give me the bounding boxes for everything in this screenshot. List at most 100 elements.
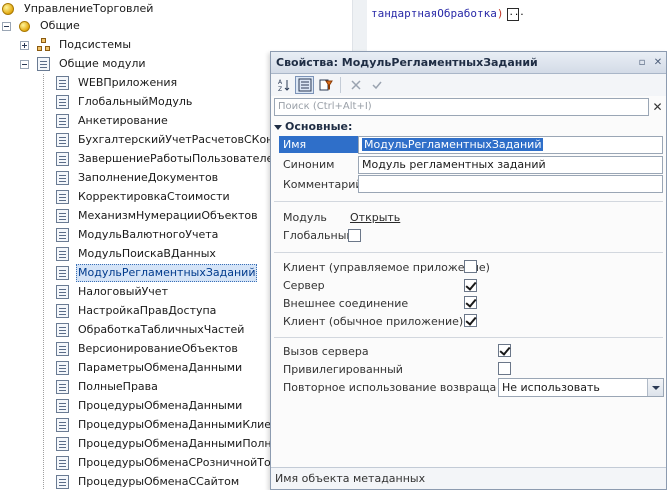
code-line[interactable]: тандартнаяОбработка)... — [371, 7, 525, 21]
module-icon — [56, 76, 69, 90]
module-item[interactable]: ПолныеПрава — [56, 378, 160, 396]
global-checkbox[interactable] — [348, 229, 361, 242]
module-icon — [56, 171, 69, 185]
close-icon[interactable]: ✕ — [650, 57, 666, 68]
module-item-label: НалоговыйУчет — [78, 285, 168, 298]
privileged-checkbox[interactable] — [498, 362, 511, 375]
module-item[interactable]: ПроцедурыОбменаССайтом — [56, 473, 241, 490]
name-field[interactable]: МодульРегламентныхЗаданий — [358, 136, 663, 154]
categorized-view-icon[interactable] — [295, 76, 314, 94]
module-icon — [56, 475, 69, 489]
tree-item-label: Общие модули — [59, 57, 146, 70]
module-icon — [56, 228, 69, 242]
module-item[interactable]: ПроцедурыОбменаДанными — [56, 397, 244, 415]
module-item-label: НастройкаПравДоступа — [78, 304, 217, 317]
collapse-icon[interactable] — [20, 59, 29, 69]
module-item[interactable]: Анкетирование — [56, 112, 170, 130]
module-icon — [56, 399, 69, 413]
section-main[interactable]: Основные: — [274, 120, 352, 133]
expand-icon[interactable] — [20, 40, 29, 50]
privileged-label: Привилегированный — [283, 363, 403, 376]
client-ordinary-label: Клиент (обычное приложение) — [283, 315, 464, 328]
delete-icon[interactable] — [346, 76, 365, 94]
module-item-label: ПолныеПрава — [78, 380, 158, 393]
svg-text:Z: Z — [278, 86, 282, 92]
module-item[interactable]: МодульВалютногоУчета — [56, 226, 220, 244]
module-icon — [56, 114, 69, 128]
module-item-label: ЗавершениеРаботыПользователей — [78, 152, 281, 165]
module-item[interactable]: ОбработкаТабличныхЧастей — [56, 321, 246, 339]
external-connection-checkbox[interactable] — [464, 296, 477, 309]
module-icon — [56, 361, 69, 375]
tree-item-subsystems[interactable]: Подсистемы — [20, 36, 133, 54]
module-item[interactable]: БухгалтерскийУчетРасчетовСКонтра — [56, 131, 296, 149]
module-item[interactable]: WEBПриложения — [56, 74, 179, 92]
tree-item-general[interactable]: Общие — [2, 17, 82, 35]
module-item[interactable]: МодульРегламентныхЗаданий — [56, 264, 258, 282]
ellipsis-button[interactable]: ... — [507, 7, 525, 21]
search-clear-icon[interactable]: ✕ — [650, 98, 665, 116]
code-editor[interactable]: тандартнаяОбработка)... — [352, 0, 667, 52]
module-icon — [56, 323, 69, 337]
tree-item-label: Подсистемы — [59, 38, 132, 51]
name-label: Имя — [279, 136, 358, 153]
server-label: Сервер — [283, 279, 325, 292]
module-item[interactable]: ПроцедурыОбменаДаннымиПолныеП — [56, 435, 297, 453]
common-modules-icon — [37, 57, 50, 71]
open-module-link[interactable]: Открыть — [350, 211, 400, 224]
tree-item-common-modules[interactable]: Общие модули — [20, 55, 148, 73]
module-item[interactable]: МеханизмНумерацииОбъектов — [56, 207, 260, 225]
module-item[interactable]: КорректировкаСтоимости — [56, 188, 232, 206]
module-item[interactable]: МодульПоискаВДанных — [56, 245, 218, 263]
module-item-label: МеханизмНумерацииОбъектов — [78, 209, 258, 222]
comment-label: Комментарий — [283, 178, 363, 191]
toolbar-separator — [340, 77, 341, 93]
collapse-icon[interactable] — [2, 21, 11, 31]
reuse-select-value: Не использовать — [502, 381, 600, 394]
module-item[interactable]: ГлобальныйМодуль — [56, 93, 194, 111]
divider — [274, 201, 663, 202]
module-item[interactable]: ЗаполнениеДокументов — [56, 169, 220, 187]
module-item-label: ПроцедурыОбменаДанными — [78, 399, 243, 412]
synonym-field[interactable]: Модуль регламентных заданий — [358, 156, 663, 174]
module-item-label: ЗаполнениеДокументов — [78, 171, 219, 184]
module-item-label: WEBПриложения — [78, 76, 178, 89]
comment-field[interactable] — [358, 175, 663, 193]
module-icon — [56, 437, 69, 451]
checkmark-icon[interactable] — [367, 76, 386, 94]
module-item[interactable]: НастройкаПравДоступа — [56, 302, 218, 320]
module-icon — [56, 380, 69, 394]
filter-icon[interactable] — [316, 76, 335, 94]
module-icon — [56, 190, 69, 204]
module-item-label: ПроцедурыОбменаДаннымиКлиент — [78, 418, 285, 431]
name-value: МодульРегламентныхЗаданий — [362, 138, 544, 151]
module-icon — [56, 133, 69, 147]
module-icon — [56, 209, 69, 223]
editor-gutter — [353, 0, 367, 52]
pin-icon[interactable]: ▫ — [634, 57, 650, 68]
subsystems-icon — [37, 38, 51, 52]
module-item[interactable]: ВерсионированиеОбъектов — [56, 340, 240, 358]
client-ordinary-checkbox[interactable] — [464, 314, 477, 327]
code-text: тандартнаяОбработка — [371, 7, 497, 20]
module-item[interactable]: ПроцедурыОбменаСРозничнойТоргов — [56, 454, 299, 472]
property-search-input[interactable]: Поиск (Ctrl+Alt+I) — [274, 98, 649, 116]
module-item-label: БухгалтерскийУчетРасчетовСКонтра — [78, 133, 294, 146]
module-item-label: ПараметрыОбменаДанными — [78, 361, 243, 374]
panel-titlebar[interactable]: Свойства: МодульРегламентныхЗаданий ▫ ✕ — [271, 52, 666, 74]
module-item[interactable]: ЗавершениеРаботыПользователей — [56, 150, 282, 168]
client-managed-checkbox[interactable] — [464, 260, 477, 273]
module-item[interactable]: ПараметрыОбменаДанными — [56, 359, 244, 377]
server-checkbox[interactable] — [464, 279, 477, 292]
server-call-checkbox[interactable] — [498, 344, 511, 357]
sort-alphabetical-icon[interactable]: AZ — [274, 76, 293, 94]
reuse-select[interactable]: Не использовать — [498, 378, 664, 397]
module-item[interactable]: НалоговыйУчет — [56, 283, 170, 301]
module-item-label: ОбработкаТабличныхЧастей — [78, 323, 245, 336]
module-item-label: ПроцедурыОбменаСРозничнойТоргов — [78, 456, 297, 469]
chevron-down-icon[interactable] — [647, 379, 663, 396]
module-item[interactable]: ПроцедурыОбменаДаннымиКлиент — [56, 416, 287, 434]
server-call-label: Вызов сервера — [283, 345, 369, 358]
module-icon — [56, 95, 69, 109]
tree-item-root[interactable]: УправлениеТорговлей — [2, 0, 155, 18]
